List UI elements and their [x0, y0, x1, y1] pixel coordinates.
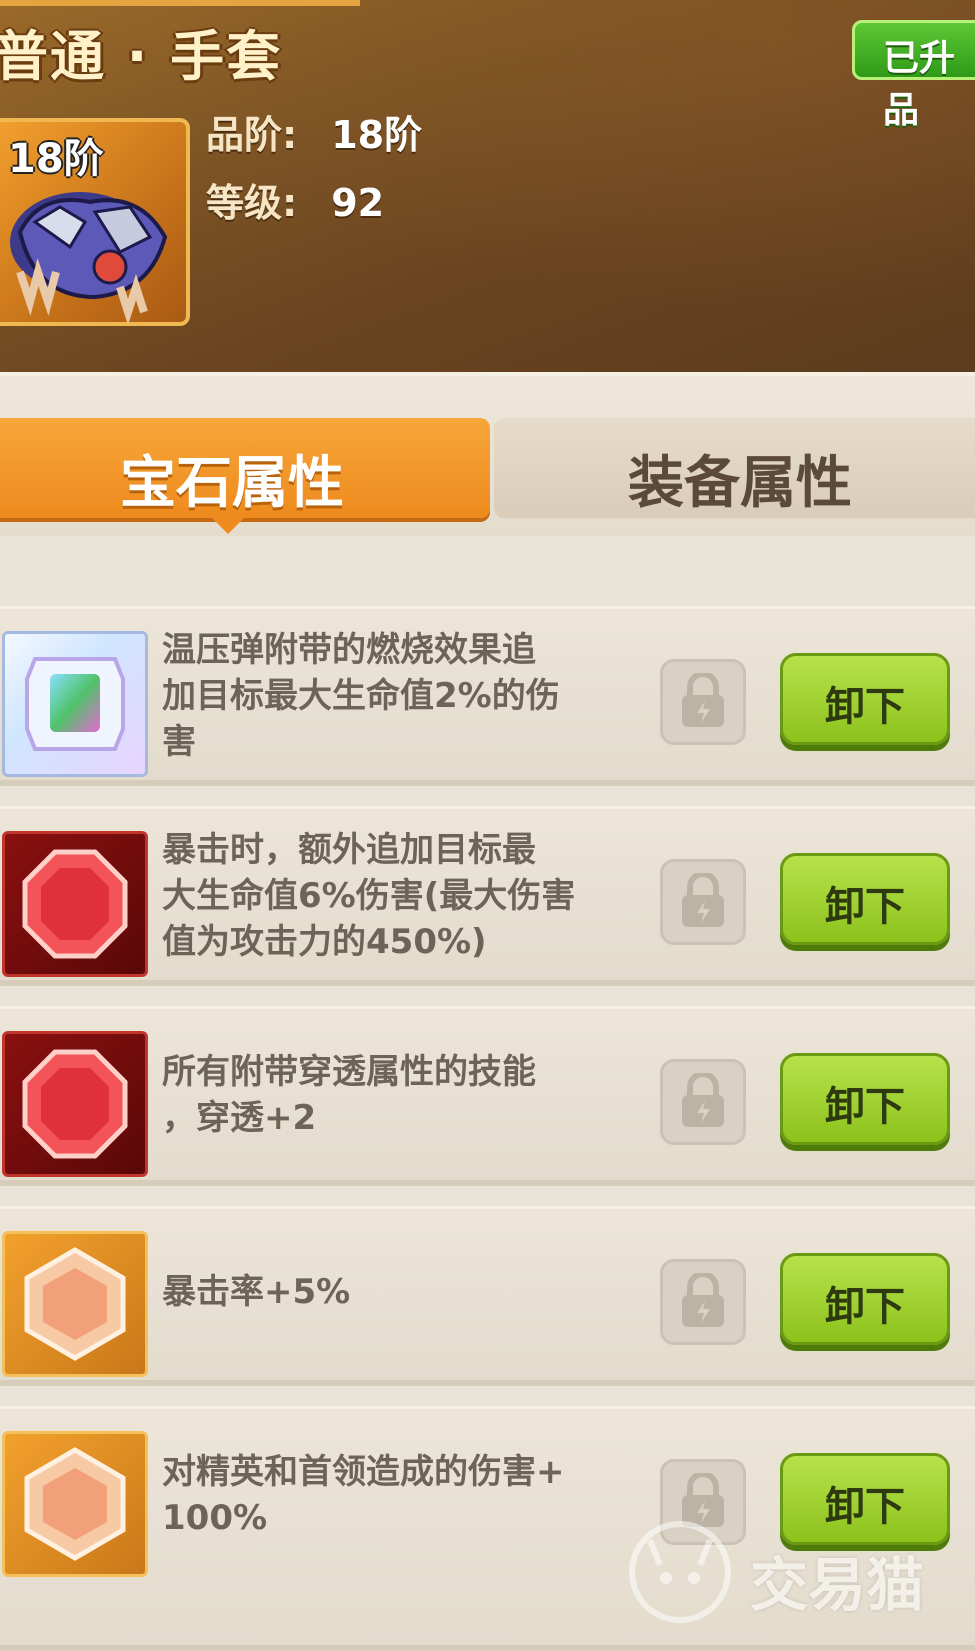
lock-button[interactable]	[660, 859, 746, 945]
gem-slot	[2, 831, 148, 977]
gem-description: 温压弹附带的燃烧效果追 加目标最大生命值2%的伤 害	[162, 630, 560, 762]
header-accent-stripe	[0, 0, 360, 6]
quality-label: 品阶:	[206, 113, 298, 157]
red-gem-icon	[22, 849, 128, 959]
upgraded-badge: 已升品	[852, 20, 975, 131]
unload-button-label: 卸下	[825, 884, 905, 930]
tier-overlay: 18阶	[8, 136, 104, 182]
gem-description: 暴击率+5%	[162, 1272, 351, 1312]
gem-description: 对精英和首领造成的伤害+ 100%	[162, 1452, 565, 1538]
gem-description: 暴击时，额外追加目标最 大生命值6%伤害(最大伤害 值为攻击力的450%)	[162, 830, 576, 962]
watermark: 交易猫	[620, 1510, 960, 1630]
unload-button-label: 卸下	[825, 1284, 905, 1330]
level-value: 92	[331, 181, 385, 225]
red-gem-icon	[22, 1049, 128, 1159]
orange-gem-icon	[24, 1247, 126, 1361]
quality-value: 18阶	[331, 113, 423, 157]
tab-gem-attributes[interactable]: 宝石属性	[0, 418, 490, 534]
gem-slot	[2, 631, 148, 777]
lock-button[interactable]	[660, 659, 746, 745]
watermark-text: 交易猫	[750, 1551, 925, 1619]
rainbow-gem-icon	[25, 657, 125, 751]
lock-icon	[682, 673, 724, 727]
item-header: 普通 · 手套 已升品 18阶 品阶: 18阶 等级: 92	[0, 0, 975, 385]
lock-button[interactable]	[660, 1259, 746, 1345]
item-icon-frame: 18阶	[0, 118, 190, 326]
lock-icon	[682, 873, 724, 927]
quality-stat: 品阶: 18阶	[206, 104, 422, 159]
tab-equipment-attributes[interactable]: 装备属性	[494, 418, 975, 518]
tab-equipment-attributes-label: 装备属性	[628, 451, 852, 516]
unload-button[interactable]: 卸下	[780, 853, 950, 945]
item-title: 普通 · 手套	[0, 25, 283, 88]
unload-button[interactable]: 卸下	[780, 653, 950, 745]
unload-button-label: 卸下	[825, 684, 905, 730]
cat-logo-icon	[629, 1521, 731, 1623]
tab-gem-attributes-label: 宝石属性	[120, 451, 344, 516]
gem-slot	[2, 1431, 148, 1577]
gem-slot	[2, 1231, 148, 1377]
lock-button[interactable]	[660, 1059, 746, 1145]
upgraded-badge-label: 已升品	[883, 38, 956, 131]
lock-icon	[682, 1273, 724, 1327]
gem-description: 所有附带穿透属性的技能 ，穿透+2	[162, 1052, 536, 1138]
gem-row: 暴击率+5% 卸下	[0, 1206, 975, 1386]
level-label: 等级:	[206, 181, 298, 225]
gem-row: 所有附带穿透属性的技能 ，穿透+2 卸下	[0, 1006, 975, 1186]
orange-gem-icon	[24, 1447, 126, 1561]
lock-icon	[682, 1073, 724, 1127]
unload-button[interactable]: 卸下	[780, 1253, 950, 1345]
unload-button[interactable]: 卸下	[780, 1053, 950, 1145]
level-stat: 等级: 92	[206, 172, 384, 227]
gem-row: 暴击时，额外追加目标最 大生命值6%伤害(最大伤害 值为攻击力的450%) 卸下	[0, 806, 975, 986]
gem-slot	[2, 1031, 148, 1177]
active-tab-pointer	[210, 516, 246, 534]
unload-button-label: 卸下	[825, 1084, 905, 1130]
gem-row: 温压弹附带的燃烧效果追 加目标最大生命值2%的伤 害 卸下	[0, 606, 975, 786]
